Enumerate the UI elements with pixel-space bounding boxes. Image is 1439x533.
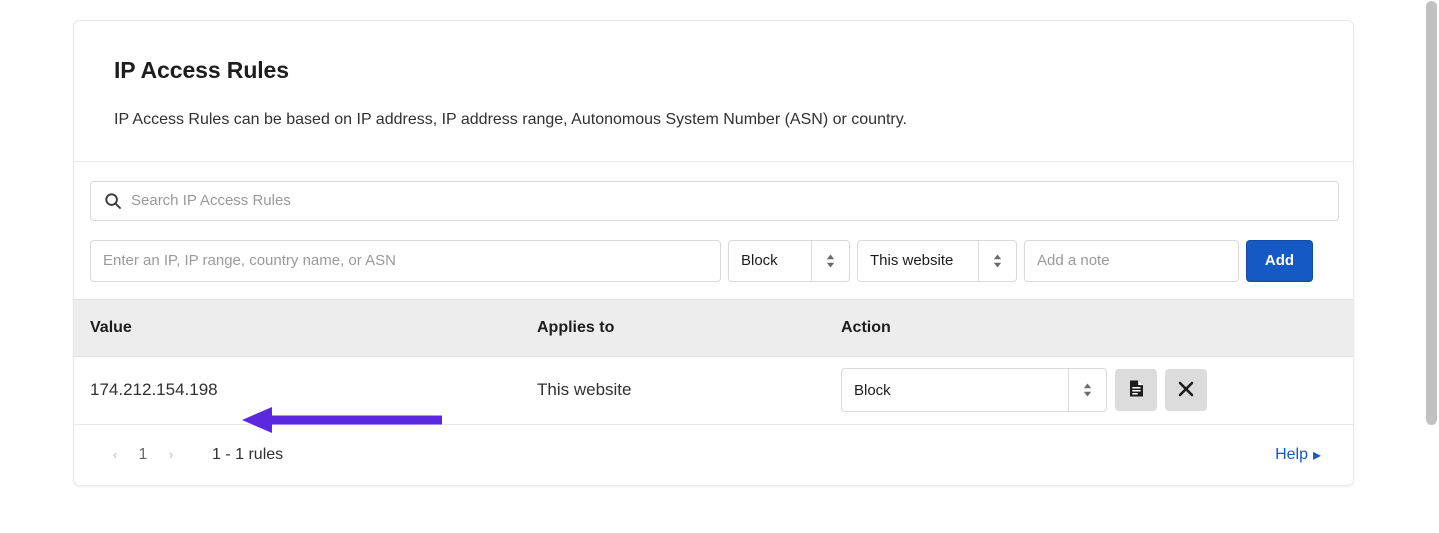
column-header-action: Action [841, 319, 1337, 337]
create-rule-row: Block This website [90, 240, 1337, 282]
stepper-arrows-icon [978, 241, 1016, 281]
rule-action-select[interactable]: Block [728, 240, 850, 282]
scrollbar-thumb[interactable] [1426, 1, 1437, 425]
pagination-next-button[interactable]: › [156, 440, 186, 470]
search-input[interactable] [90, 181, 1339, 221]
table-footer: ‹ 1 › 1 - 1 rules Help ▸ [74, 425, 1353, 485]
help-link-label: Help [1275, 446, 1308, 464]
rule-value-input[interactable] [90, 240, 721, 282]
rule-scope-select-label: This website [858, 252, 978, 269]
edit-note-button[interactable] [1115, 369, 1157, 411]
add-rule-button[interactable]: Add [1246, 240, 1313, 282]
rules-count-label: 1 - 1 rules [212, 446, 283, 464]
rule-note-input[interactable] [1024, 240, 1239, 282]
cell-actions: Block [841, 368, 1337, 412]
cell-applies-to: This website [537, 380, 841, 400]
row-action-select[interactable]: Block [841, 368, 1107, 412]
page-title: IP Access Rules [114, 57, 1313, 85]
scrollbar-track[interactable] [1422, 0, 1439, 533]
stepper-arrows-icon [811, 241, 849, 281]
pagination: ‹ 1 › [100, 440, 186, 470]
chevron-right-icon: ▸ [1313, 445, 1321, 465]
pagination-page-1[interactable]: 1 [130, 445, 156, 465]
rule-scope-select[interactable]: This website [857, 240, 1017, 282]
page-description: IP Access Rules can be based on IP addre… [114, 109, 1313, 131]
table-header: Value Applies to Action [74, 299, 1353, 357]
pagination-prev-button[interactable]: ‹ [100, 440, 130, 470]
close-icon [1177, 380, 1195, 401]
note-icon [1128, 379, 1145, 401]
cell-rule-value: 174.212.154.198 [90, 380, 537, 400]
card-header: IP Access Rules IP Access Rules can be b… [74, 21, 1353, 162]
help-link[interactable]: Help ▸ [1275, 445, 1321, 465]
page-root: IP Access Rules IP Access Rules can be b… [0, 0, 1439, 533]
column-header-applies-to: Applies to [537, 319, 841, 337]
search-field-wrapper [90, 181, 1339, 221]
delete-rule-button[interactable] [1165, 369, 1207, 411]
table-row: 174.212.154.198 This website Block [74, 357, 1353, 425]
column-header-value: Value [90, 319, 537, 337]
controls-section: Block This website [74, 162, 1353, 299]
rule-action-select-label: Block [729, 252, 811, 269]
row-action-select-label: Block [842, 382, 1068, 399]
ip-access-rules-card: IP Access Rules IP Access Rules can be b… [73, 20, 1354, 486]
stepper-arrows-icon [1068, 369, 1106, 411]
